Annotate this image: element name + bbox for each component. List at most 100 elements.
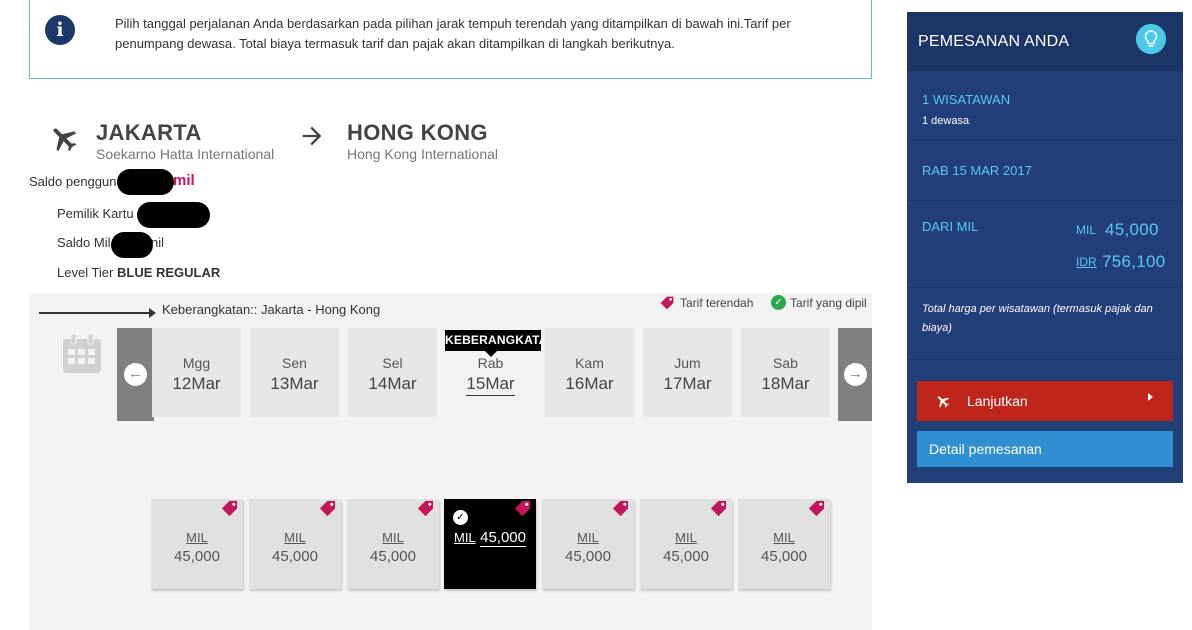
departure-label: Keberangkatan:: Jakarta - Hong Kong: [162, 302, 381, 317]
info-icon: i: [45, 15, 75, 45]
fare-unit: MIL: [675, 530, 697, 545]
fare-unit: MIL: [773, 530, 795, 545]
continue-label: Lanjutkan: [967, 393, 1028, 409]
arrow-right-circle-icon: →: [844, 363, 867, 386]
origin-city: JAKARTA: [96, 120, 202, 145]
day-date: 16Mar: [565, 374, 614, 393]
fare-amount: 45,000: [761, 548, 807, 565]
day-tab[interactable]: Sel 14Mar: [348, 328, 437, 417]
info-box: i Pilih tanggal perjalanan Anda berdasar…: [29, 0, 872, 79]
departure-tooltip: KEBERANGKATA: [445, 330, 541, 351]
day-name: Sab: [773, 355, 798, 371]
redaction: [117, 169, 174, 195]
fare-amount: 45,000: [370, 548, 416, 565]
day-tab[interactable]: Kam 16Mar: [545, 328, 634, 417]
plane-icon: [937, 396, 950, 408]
day-tab[interactable]: Sen 13Mar: [250, 328, 339, 417]
fare-amount: 45,000: [174, 548, 220, 565]
saldo-unit: mil: [173, 172, 195, 189]
origin-airport: Soekarno Hatta International: [96, 146, 275, 162]
idr-total: 756,100: [1102, 252, 1166, 271]
pemilik-label: Pemilik Kartu: [57, 206, 134, 221]
arrow-left-icon: ←: [124, 363, 147, 386]
divider: [907, 287, 1183, 288]
tag-icon: [660, 296, 674, 310]
divider: [907, 140, 1183, 141]
saldo-label: Saldo penggun: [29, 174, 117, 189]
fare-card[interactable]: MIL 45,000: [542, 499, 634, 589]
tag-icon: [808, 500, 825, 517]
next-week-button[interactable]: →: [838, 328, 872, 421]
tag-icon: [221, 500, 238, 517]
saldo-line: Saldo penggun: [29, 174, 116, 189]
saldo-mil-label: Saldo Mil: [57, 235, 111, 250]
adults-count: 1 dewasa: [922, 115, 970, 127]
saldo-mil-unit: nil: [151, 235, 165, 250]
travelers-count: 1 WISATAWAN: [922, 92, 1011, 107]
day-name: Kam: [575, 355, 604, 371]
lightbulb-icon[interactable]: [1136, 24, 1166, 54]
prev-week-button[interactable]: ←: [117, 328, 154, 421]
fare-card[interactable]: MIL 45,000: [640, 499, 732, 589]
day-date: 14Mar: [368, 374, 417, 393]
fare-unit: MIL: [453, 530, 476, 545]
fare-amount: 45,000: [565, 548, 611, 565]
day-name: Mgg: [182, 355, 211, 371]
tag-icon: [710, 500, 727, 517]
plane-icon: [53, 128, 77, 152]
level-value: BLUE REGULAR: [117, 265, 221, 280]
tag-icon: [514, 500, 531, 517]
fare-amount: 45,000: [480, 529, 526, 547]
tag-icon: [319, 500, 336, 517]
day-date: 18Mar: [761, 374, 810, 393]
arrow-right-icon: [302, 126, 322, 146]
from-mil-label: DARI MIL: [922, 219, 979, 234]
level-tier: Level Tier BLUE REGULAR: [57, 265, 220, 280]
fare-card-selected[interactable]: ✓ MIL 45,000: [444, 499, 536, 589]
day-tab[interactable]: Sab 18Mar: [741, 328, 830, 417]
day-name: Jum: [674, 355, 701, 371]
continue-button[interactable]: Lanjutkan: [917, 381, 1173, 421]
mil-total: 45,000: [1105, 220, 1159, 239]
legend-selected: Tarif yang dipil: [790, 296, 867, 310]
fare-card[interactable]: MIL 45,000: [151, 499, 243, 589]
fare-unit: MIL: [577, 530, 599, 545]
calendar-icon[interactable]: [61, 333, 103, 375]
divider: [907, 200, 1183, 201]
fare-amount: 45,000: [663, 548, 709, 565]
redaction: [111, 232, 153, 258]
day-name: Sen: [282, 355, 307, 371]
day-date: 12Mar: [172, 374, 221, 393]
redaction: [137, 202, 210, 228]
travel-date: RAB 15 MAR 2017: [922, 163, 1032, 178]
sidebar-header: PEMESANAN ANDA: [907, 12, 1183, 71]
level-label: Level Tier: [57, 265, 114, 280]
check-circle-icon: ✓: [771, 295, 786, 310]
day-tab[interactable]: Jum 17Mar: [643, 328, 732, 417]
fare-card[interactable]: MIL 45,000: [347, 499, 439, 589]
price-note: Total harga per wisatawan (termasuk paja…: [922, 303, 1153, 334]
destination-city: HONG KONG: [347, 120, 488, 145]
fare-amount: 45,000: [272, 548, 318, 565]
tag-icon: [612, 500, 629, 517]
idr-label: IDR: [1076, 255, 1097, 269]
booking-details-button[interactable]: Detail pemesanan: [917, 431, 1173, 467]
fare-card[interactable]: MIL 45,000: [249, 499, 341, 589]
caret-right-icon: [1148, 393, 1153, 401]
day-date: 13Mar: [270, 374, 319, 393]
day-tab[interactable]: Mgg 12Mar: [152, 328, 241, 417]
tooltip-pointer: [485, 351, 497, 357]
booking-summary-sidebar: PEMESANAN ANDA 1 WISATAWAN 1 dewasa RAB …: [907, 12, 1183, 483]
fare-card[interactable]: MIL 45,000: [738, 499, 830, 589]
fare-unit: MIL: [284, 530, 306, 545]
tag-icon: [417, 500, 434, 517]
route-arrowhead: [149, 308, 156, 318]
day-date: 15Mar: [466, 374, 515, 396]
destination-airport: Hong Kong International: [347, 146, 498, 162]
day-name: Rab: [477, 355, 504, 371]
check-circle-icon: ✓: [453, 510, 468, 525]
route-line: [39, 312, 151, 314]
fare-unit: MIL: [382, 530, 404, 545]
day-name: Sel: [382, 355, 403, 371]
info-text: Pilih tanggal perjalanan Anda berdasarka…: [115, 16, 791, 51]
